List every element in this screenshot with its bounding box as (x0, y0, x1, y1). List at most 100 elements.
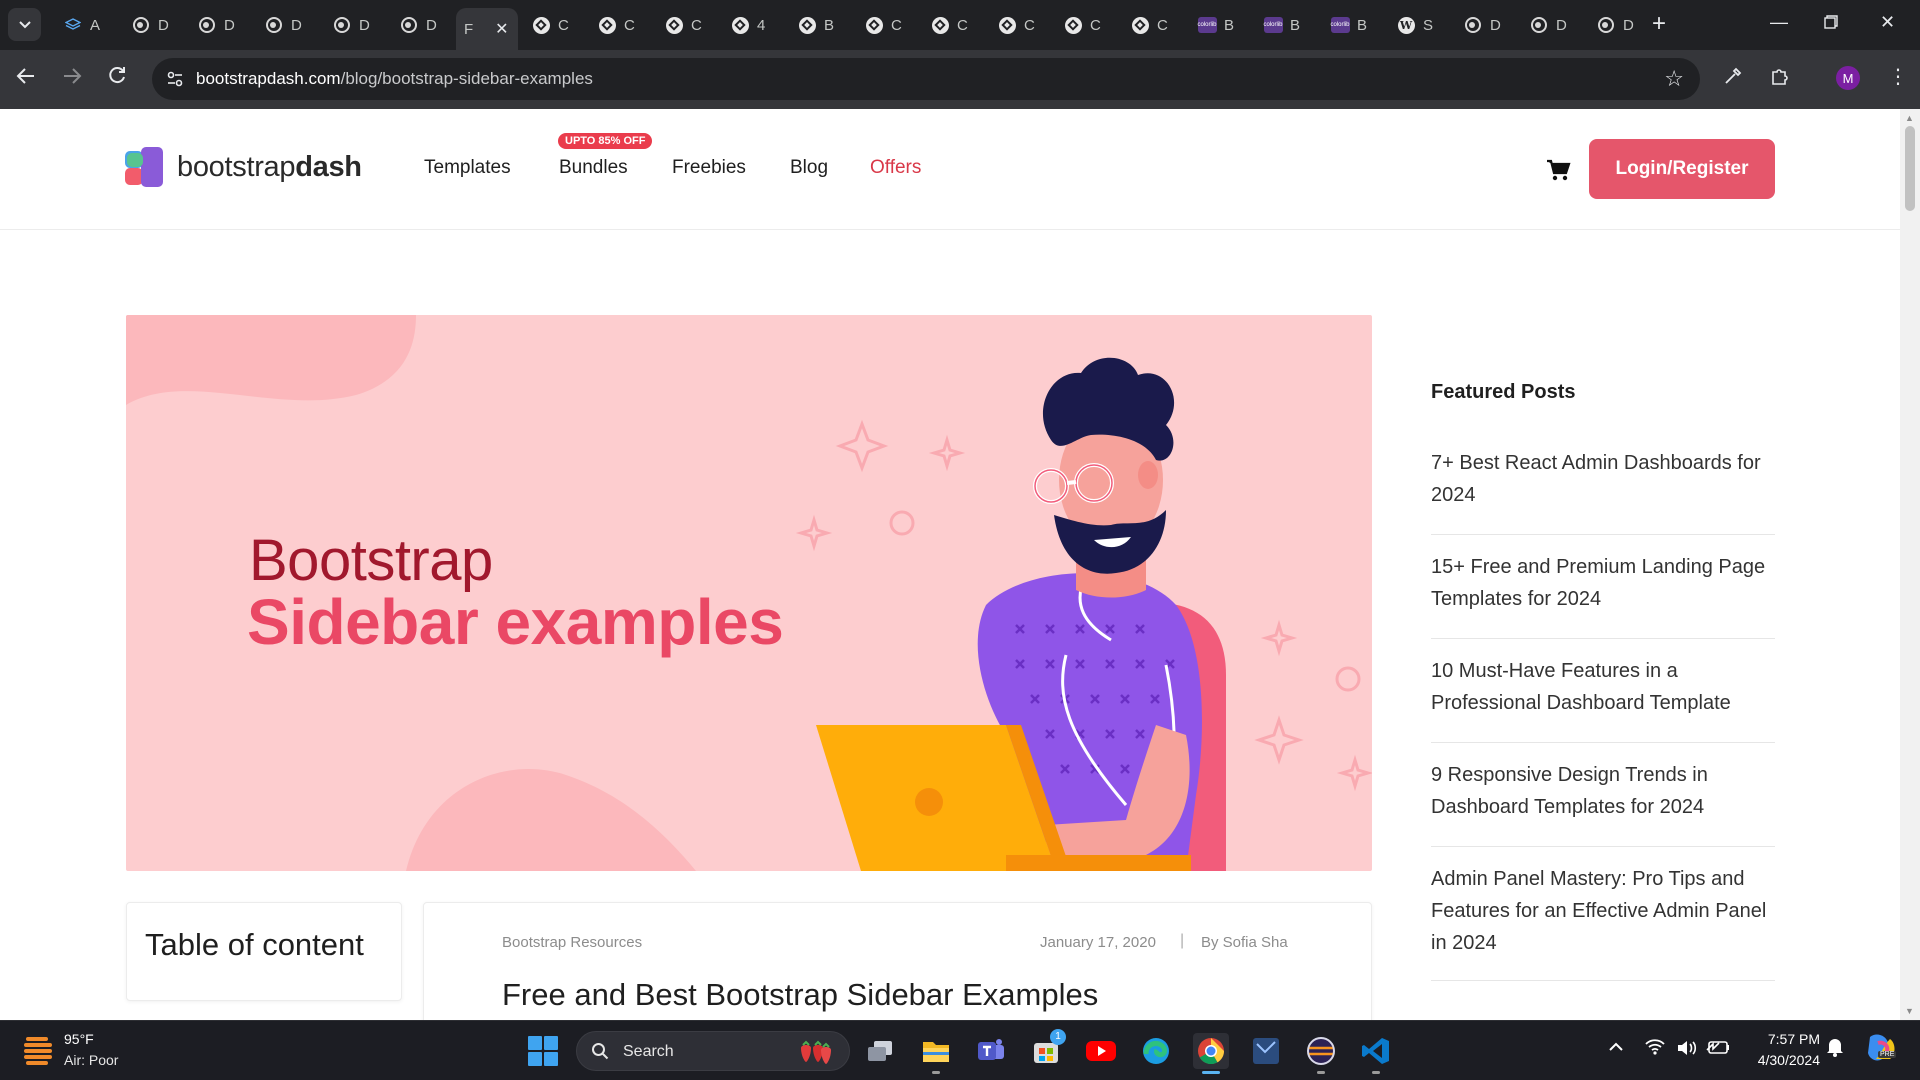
browser-tab[interactable]: 4 (723, 8, 781, 42)
cart-icon[interactable] (1545, 157, 1571, 183)
nav-offers[interactable]: Offers (870, 157, 921, 179)
browser-tab[interactable]: D (392, 8, 450, 42)
tab-title: D (426, 16, 437, 34)
scrollbar-thumb[interactable] (1905, 126, 1915, 211)
edge-app[interactable] (1138, 1033, 1174, 1069)
weather-condition[interactable]: Air: Poor (64, 1052, 118, 1068)
profile-avatar[interactable]: M (1836, 66, 1860, 90)
folder-icon (923, 1042, 949, 1062)
nav-templates[interactable]: Templates (424, 157, 511, 179)
address-bar[interactable]: bootstrapdash.com/blog/bootstrap-sidebar… (152, 58, 1700, 100)
browser-tab[interactable]: WS (1389, 8, 1447, 42)
browser-tab[interactable]: colorlib B (1323, 8, 1381, 42)
weather-temperature[interactable]: 95°F (64, 1031, 94, 1047)
eclipse-app[interactable] (1303, 1033, 1339, 1074)
tab-title: 4 (757, 16, 766, 34)
login-register-button[interactable]: Login/Register (1589, 139, 1775, 199)
browser-tab[interactable]: A (56, 8, 114, 42)
eyedropper-extension-icon[interactable] (1723, 66, 1743, 92)
bootstrapdash-logo[interactable]: bootstrapdash (125, 147, 362, 187)
tab-close-icon[interactable]: ✕ (495, 19, 508, 39)
volume-icon[interactable] (1676, 1039, 1698, 1062)
taskview-app[interactable] (862, 1033, 898, 1069)
bookmark-star-icon[interactable]: ☆ (1664, 66, 1684, 92)
article-category-link[interactable]: Bootstrap Resources (502, 934, 642, 951)
browser-tab[interactable]: D (1522, 8, 1580, 42)
browser-tab[interactable]: D (190, 8, 248, 42)
globe-icon (265, 16, 283, 34)
wifi-icon[interactable] (1645, 1039, 1665, 1060)
nav-freebies[interactable]: Freebies (672, 157, 746, 179)
scroll-down-arrow-icon[interactable]: ▼ (1905, 1006, 1914, 1016)
restore-button[interactable] (1824, 13, 1838, 34)
extensions-puzzle-icon[interactable] (1770, 66, 1790, 92)
tab-search-button[interactable] (8, 8, 41, 41)
url-text[interactable]: bootstrapdash.com/blog/bootstrap-sidebar… (196, 69, 593, 89)
browser-tab[interactable]: F ✕ (456, 8, 518, 50)
browser-tab[interactable]: colorlib B (1256, 8, 1314, 42)
snipping-app[interactable] (1248, 1033, 1284, 1069)
back-button[interactable] (16, 65, 36, 91)
kebab-menu-icon[interactable]: ⋮ (1888, 64, 1908, 89)
browser-tab[interactable]: C (657, 8, 715, 42)
page-scrollbar[interactable]: ▲ ▼ (1900, 109, 1920, 1020)
clock-time[interactable]: 7:57 PM (1760, 1031, 1820, 1047)
featured-post-link[interactable]: 15+ Free and Premium Landing Page Templa… (1431, 543, 1775, 639)
browser-tab[interactable]: C (857, 8, 915, 42)
tab-title: B (1224, 16, 1235, 34)
microsoft-store-app[interactable]: 1 (1028, 1029, 1066, 1069)
file-explorer-app[interactable] (918, 1033, 954, 1074)
browser-tab[interactable]: colorlib B (1190, 8, 1248, 42)
browser-tab[interactable]: C (524, 8, 582, 42)
scroll-up-arrow-icon[interactable]: ▲ (1905, 113, 1914, 123)
featured-post-link[interactable]: 9 Responsive Design Trends in Dashboard … (1431, 751, 1775, 847)
featured-post-link[interactable]: Admin Panel Mastery: Pro Tips and Featur… (1431, 854, 1775, 981)
notification-bell-icon[interactable] (1826, 1037, 1844, 1062)
tab-title: A (90, 16, 101, 34)
browser-tab[interactable]: D (124, 8, 182, 42)
browser-tab[interactable]: C (1056, 8, 1114, 42)
clock-date[interactable]: 4/30/2024 (1740, 1052, 1820, 1068)
edge-icon (1143, 1038, 1169, 1064)
taskbar-search-box[interactable]: Search (576, 1031, 850, 1071)
featured-post-link[interactable]: 7+ Best React Admin Dashboards for 2024 (1431, 439, 1775, 535)
youtube-app[interactable] (1083, 1033, 1119, 1069)
forward-button[interactable] (62, 65, 82, 91)
teams-app[interactable] (973, 1033, 1009, 1069)
youtube-icon (1086, 1041, 1116, 1061)
copilot-icon[interactable]: PRE (1864, 1033, 1897, 1068)
browser-tab[interactable]: C (990, 8, 1048, 42)
reload-button[interactable] (107, 65, 127, 91)
tab-title: C (558, 16, 569, 34)
browser-tab[interactable]: D (1456, 8, 1514, 42)
browser-tab[interactable]: D (257, 8, 315, 42)
tab-title: C (1157, 16, 1168, 34)
close-window-button[interactable]: ✕ (1880, 12, 1895, 33)
browser-tab[interactable]: D (1589, 8, 1647, 42)
chrome-app[interactable] (1193, 1033, 1229, 1074)
reload-icon (109, 67, 125, 84)
minimize-button[interactable]: — (1770, 12, 1788, 33)
tray-overflow-chevron-icon[interactable] (1608, 1039, 1624, 1057)
battery-icon[interactable] (1706, 1039, 1730, 1060)
table-of-content-title[interactable]: Table of content (145, 927, 364, 963)
codepen-icon (998, 16, 1016, 34)
vscode-app[interactable] (1358, 1033, 1394, 1074)
codepen-icon (798, 16, 816, 34)
nav-blog[interactable]: Blog (790, 157, 828, 179)
browser-tab[interactable]: C (1123, 8, 1181, 42)
weather-haze-icon[interactable] (24, 1033, 54, 1067)
new-tab-button[interactable]: + (1652, 12, 1666, 36)
browser-tab[interactable]: B (790, 8, 848, 42)
browser-tab[interactable]: D (325, 8, 383, 42)
featured-post-link[interactable]: 10 Must-Have Features in a Professional … (1431, 647, 1775, 743)
nav-bundles[interactable]: Bundles (559, 157, 628, 179)
eclipse-icon (1307, 1037, 1335, 1065)
site-header: bootstrapdash UPTO 85% OFF Templates Bun… (0, 109, 1900, 230)
hero-title-line1: Bootstrap (249, 528, 493, 593)
browser-tab[interactable]: C (923, 8, 981, 42)
site-info-icon[interactable] (166, 70, 184, 88)
windows-logo-tile (544, 1036, 558, 1050)
browser-tab[interactable]: C (590, 8, 648, 42)
start-button[interactable] (528, 1036, 558, 1066)
